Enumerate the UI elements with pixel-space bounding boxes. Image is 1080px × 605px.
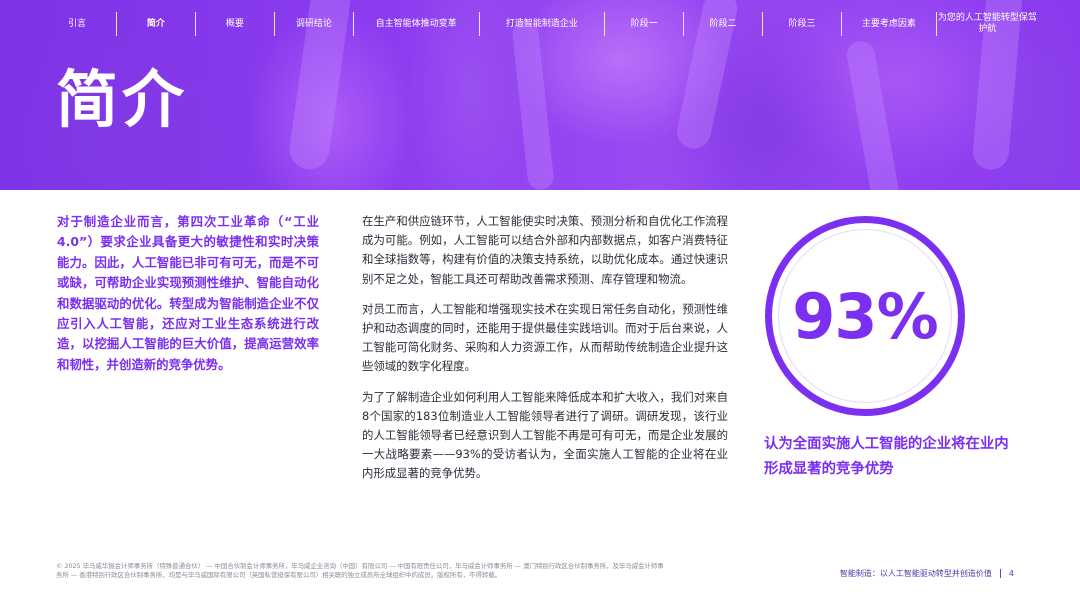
stat-value: 93% [792,279,938,353]
footer-doc-title: 智能制造：以人工智能驱动转型并创造价值 [839,569,992,578]
nav-item-summary[interactable]: 概要 [196,12,275,36]
hero-banner: 引言 简介 概要 调研结论 自主智能体推动变革 打造智能制造企业 阶段一 阶段二… [0,0,1080,190]
nav-item-agents[interactable]: 自主智能体推动变革 [354,12,480,36]
footer-divider [999,569,1001,578]
footer-legal: © 2025 毕马威华振会计师事务所（特殊普通合伙） — 中国合伙制会计师事务所… [56,562,664,579]
nav-item-phase-one[interactable]: 阶段一 [605,12,685,36]
stat-caption: 认为全面实施人工智能的企业将在业内形成显著的竞争优势 [764,436,1009,477]
nav-item-findings[interactable]: 调研结论 [275,12,354,36]
body-paragraph: 对员工而言，人工智能和增强现实技术在实现日常任务自动化，预测性维护和动态调度的同… [362,301,728,374]
nav-item-phase-two[interactable]: 阶段二 [684,12,764,36]
body-column: 在生产和供应链环节，人工智能使实时决策、预测分析和自优化工作流程成为可能。例如，… [362,212,728,495]
body-paragraph: 为了了解制造企业如何利用人工智能来降低成本和扩大收入，我们对来自8个国家的183… [362,389,728,481]
footer-meta: 智能制造：以人工智能驱动转型并创造价值 4 [840,568,1014,579]
hero-decoration [511,19,555,190]
section-nav: 引言 简介 概要 调研结论 自主智能体推动变革 打造智能制造企业 阶段一 阶段二… [38,12,1038,36]
nav-item-considerations[interactable]: 主要考虑因素 [842,12,937,36]
nav-item-intro[interactable]: 引言 [38,12,117,36]
nav-item-smart-manufacturing[interactable]: 打造智能制造企业 [480,12,606,36]
hero-decoration [844,38,904,190]
stat-circle: 93% [765,216,965,416]
body-paragraph: 在生产和供应链环节，人工智能使实时决策、预测分析和自优化工作流程成为可能。例如，… [362,214,728,286]
page-number: 4 [1008,569,1014,578]
lead-paragraph: 对于制造企业而言，第四次工业革命（“工业4.0”）要求企业具备更大的敏捷性和实时… [57,214,319,372]
nav-item-phase-three[interactable]: 阶段三 [763,12,843,36]
nav-item-overview[interactable]: 简介 [117,12,196,36]
nav-item-transformation[interactable]: 为您的人工智能转型保驾护航 [937,12,1038,36]
page-title: 简介 [56,63,189,136]
